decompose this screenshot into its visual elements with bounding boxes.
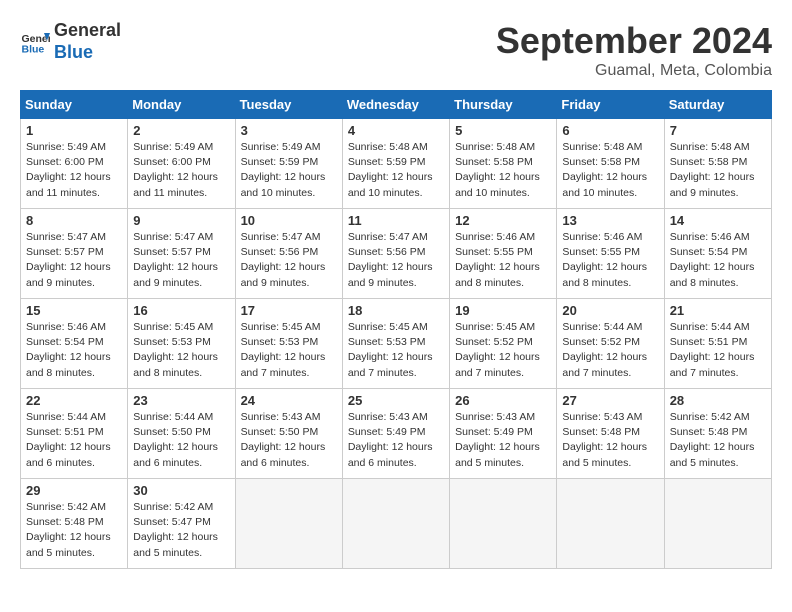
month-title: September 2024 bbox=[496, 20, 772, 62]
calendar-week-5: 29Sunrise: 5:42 AM Sunset: 5:48 PM Dayli… bbox=[21, 479, 772, 569]
col-header-wednesday: Wednesday bbox=[342, 91, 449, 119]
table-row: 3Sunrise: 5:49 AM Sunset: 5:59 PM Daylig… bbox=[235, 119, 342, 209]
table-row: 30Sunrise: 5:42 AM Sunset: 5:47 PM Dayli… bbox=[128, 479, 235, 569]
calendar-week-2: 8Sunrise: 5:47 AM Sunset: 5:57 PM Daylig… bbox=[21, 209, 772, 299]
col-header-thursday: Thursday bbox=[450, 91, 557, 119]
table-row: 12Sunrise: 5:46 AM Sunset: 5:55 PM Dayli… bbox=[450, 209, 557, 299]
logo: General Blue General Blue bbox=[20, 20, 121, 63]
table-row: 27Sunrise: 5:43 AM Sunset: 5:48 PM Dayli… bbox=[557, 389, 664, 479]
table-row: 15Sunrise: 5:46 AM Sunset: 5:54 PM Dayli… bbox=[21, 299, 128, 389]
col-header-monday: Monday bbox=[128, 91, 235, 119]
table-row: 18Sunrise: 5:45 AM Sunset: 5:53 PM Dayli… bbox=[342, 299, 449, 389]
table-row: 17Sunrise: 5:45 AM Sunset: 5:53 PM Dayli… bbox=[235, 299, 342, 389]
table-row bbox=[664, 479, 771, 569]
table-row: 25Sunrise: 5:43 AM Sunset: 5:49 PM Dayli… bbox=[342, 389, 449, 479]
table-row: 20Sunrise: 5:44 AM Sunset: 5:52 PM Dayli… bbox=[557, 299, 664, 389]
logo-line2: Blue bbox=[54, 42, 121, 64]
table-row: 29Sunrise: 5:42 AM Sunset: 5:48 PM Dayli… bbox=[21, 479, 128, 569]
table-row bbox=[557, 479, 664, 569]
table-row: 24Sunrise: 5:43 AM Sunset: 5:50 PM Dayli… bbox=[235, 389, 342, 479]
calendar-week-3: 15Sunrise: 5:46 AM Sunset: 5:54 PM Dayli… bbox=[21, 299, 772, 389]
table-row: 10Sunrise: 5:47 AM Sunset: 5:56 PM Dayli… bbox=[235, 209, 342, 299]
table-row: 28Sunrise: 5:42 AM Sunset: 5:48 PM Dayli… bbox=[664, 389, 771, 479]
table-row bbox=[235, 479, 342, 569]
table-row: 23Sunrise: 5:44 AM Sunset: 5:50 PM Dayli… bbox=[128, 389, 235, 479]
calendar-table: SundayMondayTuesdayWednesdayThursdayFrid… bbox=[20, 90, 772, 569]
table-row: 4Sunrise: 5:48 AM Sunset: 5:59 PM Daylig… bbox=[342, 119, 449, 209]
table-row: 14Sunrise: 5:46 AM Sunset: 5:54 PM Dayli… bbox=[664, 209, 771, 299]
table-row bbox=[342, 479, 449, 569]
table-row bbox=[450, 479, 557, 569]
col-header-friday: Friday bbox=[557, 91, 664, 119]
table-row: 1Sunrise: 5:49 AM Sunset: 6:00 PM Daylig… bbox=[21, 119, 128, 209]
location-title: Guamal, Meta, Colombia bbox=[496, 62, 772, 80]
calendar-header-row: SundayMondayTuesdayWednesdayThursdayFrid… bbox=[21, 91, 772, 119]
table-row: 6Sunrise: 5:48 AM Sunset: 5:58 PM Daylig… bbox=[557, 119, 664, 209]
col-header-tuesday: Tuesday bbox=[235, 91, 342, 119]
table-row: 16Sunrise: 5:45 AM Sunset: 5:53 PM Dayli… bbox=[128, 299, 235, 389]
table-row: 8Sunrise: 5:47 AM Sunset: 5:57 PM Daylig… bbox=[21, 209, 128, 299]
col-header-saturday: Saturday bbox=[664, 91, 771, 119]
table-row: 2Sunrise: 5:49 AM Sunset: 6:00 PM Daylig… bbox=[128, 119, 235, 209]
calendar-week-4: 22Sunrise: 5:44 AM Sunset: 5:51 PM Dayli… bbox=[21, 389, 772, 479]
table-row: 19Sunrise: 5:45 AM Sunset: 5:52 PM Dayli… bbox=[450, 299, 557, 389]
title-block: September 2024 Guamal, Meta, Colombia bbox=[496, 20, 772, 80]
table-row: 9Sunrise: 5:47 AM Sunset: 5:57 PM Daylig… bbox=[128, 209, 235, 299]
table-row: 26Sunrise: 5:43 AM Sunset: 5:49 PM Dayli… bbox=[450, 389, 557, 479]
page-header: General Blue General Blue September 2024… bbox=[20, 20, 772, 80]
table-row: 22Sunrise: 5:44 AM Sunset: 5:51 PM Dayli… bbox=[21, 389, 128, 479]
svg-text:Blue: Blue bbox=[22, 43, 45, 55]
logo-icon: General Blue bbox=[20, 27, 50, 57]
logo-line1: General bbox=[54, 20, 121, 42]
table-row: 21Sunrise: 5:44 AM Sunset: 5:51 PM Dayli… bbox=[664, 299, 771, 389]
calendar-week-1: 1Sunrise: 5:49 AM Sunset: 6:00 PM Daylig… bbox=[21, 119, 772, 209]
table-row: 7Sunrise: 5:48 AM Sunset: 5:58 PM Daylig… bbox=[664, 119, 771, 209]
table-row: 13Sunrise: 5:46 AM Sunset: 5:55 PM Dayli… bbox=[557, 209, 664, 299]
table-row: 5Sunrise: 5:48 AM Sunset: 5:58 PM Daylig… bbox=[450, 119, 557, 209]
table-row: 11Sunrise: 5:47 AM Sunset: 5:56 PM Dayli… bbox=[342, 209, 449, 299]
col-header-sunday: Sunday bbox=[21, 91, 128, 119]
